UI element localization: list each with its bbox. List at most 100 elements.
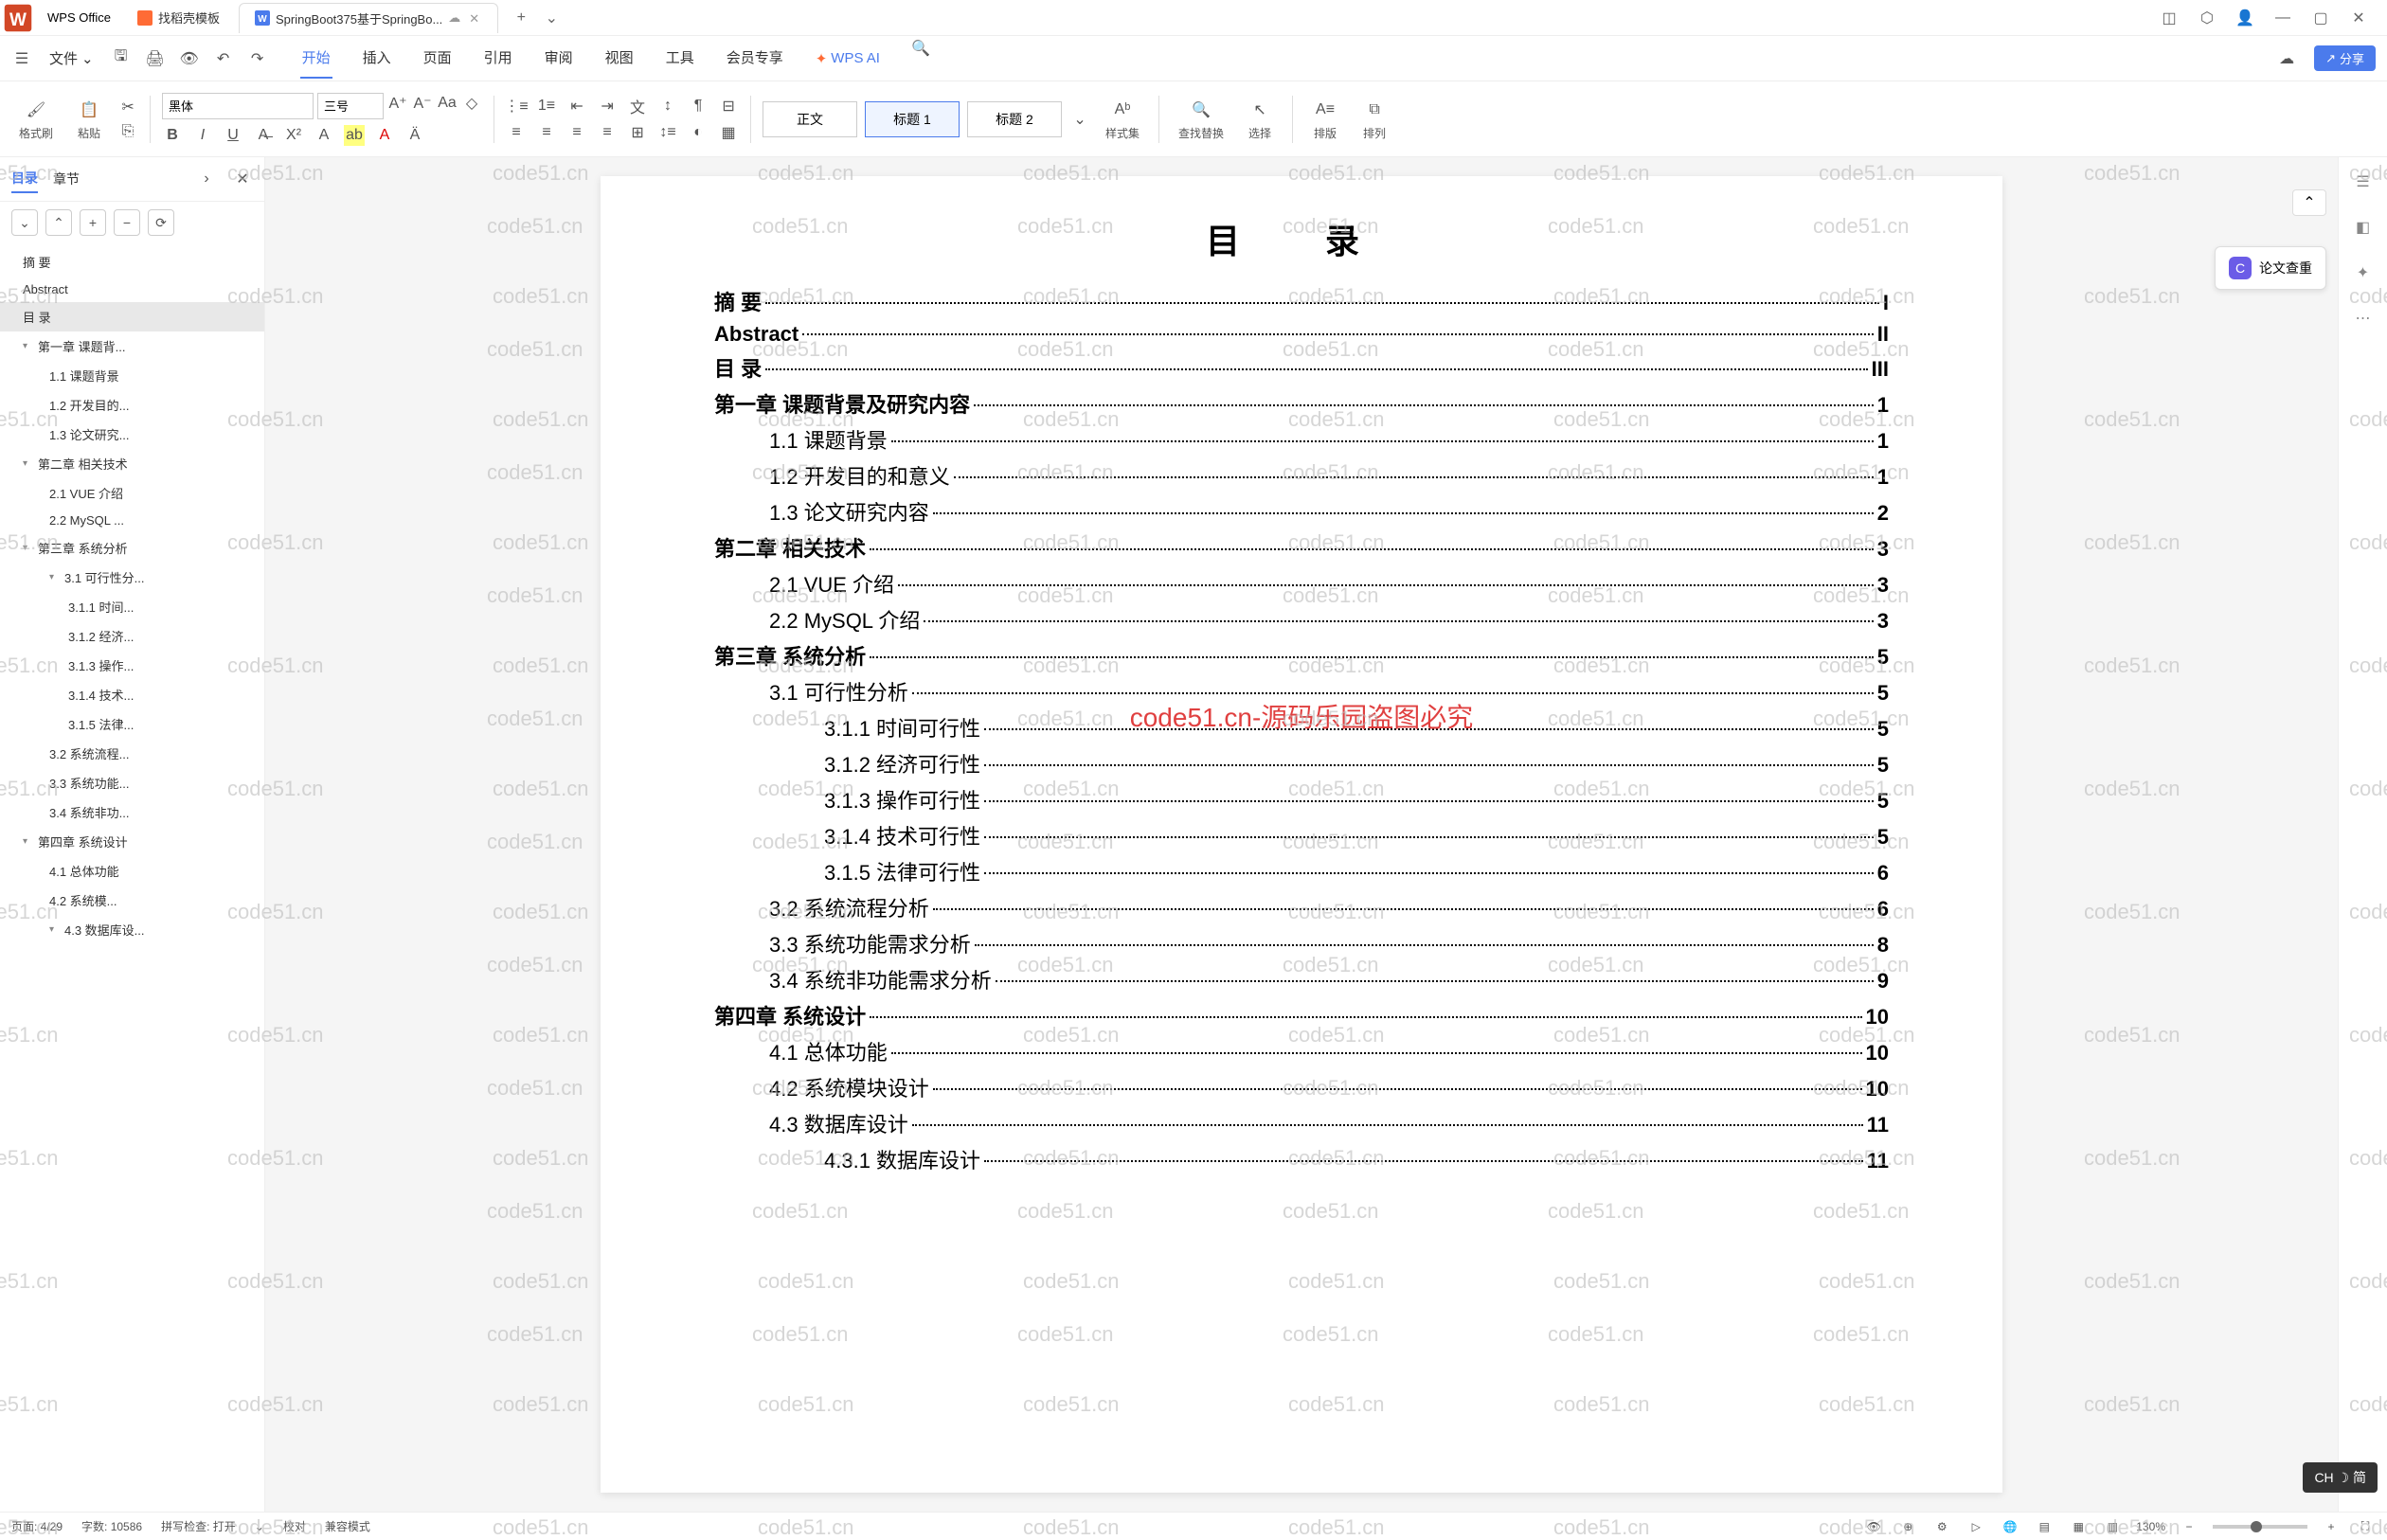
- tab-review[interactable]: 审阅: [543, 38, 575, 79]
- cloud-icon[interactable]: ☁: [2276, 48, 2297, 69]
- outline-item[interactable]: 3.1.1 时间...: [0, 592, 264, 621]
- outline-item[interactable]: ▾第三章 系统分析: [0, 533, 264, 563]
- play-icon[interactable]: ▷: [1965, 1516, 1986, 1537]
- collapse-ribbon-button[interactable]: ⌃: [2292, 189, 2326, 216]
- bullet-list-icon[interactable]: ⋮≡: [506, 96, 527, 116]
- cut-icon[interactable]: ✂: [117, 97, 138, 117]
- typeset-group[interactable]: A≡ 排版: [1304, 97, 1346, 141]
- undo-icon[interactable]: ↶: [213, 48, 234, 69]
- preview-icon[interactable]: 👁: [179, 48, 200, 69]
- distributed-icon[interactable]: ⊞: [627, 122, 648, 143]
- avatar-icon[interactable]: 👤: [2235, 9, 2254, 27]
- font-name-select[interactable]: [162, 93, 314, 119]
- chevron-down-icon[interactable]: ▾: [23, 458, 34, 469]
- eye-icon[interactable]: 👁: [1863, 1516, 1884, 1537]
- decrease-font-icon[interactable]: A⁻: [412, 93, 433, 114]
- outline-item[interactable]: ▾第二章 相关技术: [0, 449, 264, 478]
- layers-icon[interactable]: ◧: [2348, 212, 2378, 242]
- outline-item[interactable]: 3.4 系统非功...: [0, 797, 264, 827]
- tab-page[interactable]: 页面: [422, 38, 454, 79]
- target-icon[interactable]: ⊕: [1897, 1516, 1918, 1537]
- increase-indent-icon[interactable]: ⇥: [597, 96, 618, 116]
- increase-font-icon[interactable]: A⁺: [387, 93, 408, 114]
- file-menu[interactable]: 文件 ⌄: [45, 43, 98, 74]
- tab-start[interactable]: 开始: [300, 38, 332, 79]
- paste-group[interactable]: 📋 粘贴: [68, 97, 110, 141]
- outline-item[interactable]: 4.1 总体功能: [0, 856, 264, 886]
- outline-item[interactable]: 4.2 系统模...: [0, 886, 264, 915]
- word-count[interactable]: 字数: 10586: [81, 1518, 142, 1534]
- zoom-slider[interactable]: [2213, 1525, 2307, 1529]
- cube-icon[interactable]: ⬡: [2198, 9, 2216, 27]
- shading-icon[interactable]: ◐: [688, 122, 709, 143]
- outline-item[interactable]: ▾3.1 可行性分...: [0, 563, 264, 592]
- outline-item[interactable]: 2.2 MySQL ...: [0, 508, 264, 533]
- style-heading2[interactable]: 标题 2: [967, 101, 1062, 137]
- text-direction-icon[interactable]: 文: [627, 96, 648, 116]
- outline-item[interactable]: ▾第一章 课题背...: [0, 331, 264, 361]
- outline-item[interactable]: 3.2 系统流程...: [0, 739, 264, 768]
- strikethrough-icon[interactable]: A̶: [253, 125, 274, 146]
- outline-item[interactable]: 3.1.3 操作...: [0, 651, 264, 680]
- menu-icon[interactable]: ☰: [11, 48, 32, 69]
- wand-icon[interactable]: ✦: [2348, 258, 2378, 288]
- view-mode-3-icon[interactable]: ▥: [2102, 1516, 2123, 1537]
- highlight-icon[interactable]: ab: [344, 125, 365, 146]
- outline-item[interactable]: 目 录: [0, 302, 264, 331]
- tab-menu-button[interactable]: ⌄: [540, 7, 563, 29]
- spell-check-status[interactable]: 拼写检查: 打开: [161, 1518, 236, 1534]
- document-viewport[interactable]: 目 录 摘 要IAbstractII目 录III第一章 课题背景及研究内容11.…: [265, 157, 2338, 1512]
- share-button[interactable]: ↗ 分享: [2314, 45, 2376, 71]
- outline-item[interactable]: 3.3 系统功能...: [0, 768, 264, 797]
- copy-icon[interactable]: ⎘: [117, 121, 138, 142]
- close-icon[interactable]: ✕: [469, 11, 482, 25]
- outline-item[interactable]: 1.3 论文研究...: [0, 420, 264, 449]
- fullscreen-icon[interactable]: ⛶: [2355, 1516, 2376, 1537]
- arrange-group[interactable]: ⧉ 排列: [1354, 97, 1395, 141]
- outline-item[interactable]: Abstract: [0, 277, 264, 302]
- decrease-indent-icon[interactable]: ⇤: [566, 96, 587, 116]
- clear-format-icon[interactable]: ◇: [461, 93, 482, 114]
- view-mode-2-icon[interactable]: ▦: [2068, 1516, 2089, 1537]
- align-justify-icon[interactable]: ≡: [597, 122, 618, 143]
- italic-icon[interactable]: I: [192, 125, 213, 146]
- compat-mode[interactable]: 兼容模式: [325, 1518, 370, 1534]
- window-copy-icon[interactable]: ◫: [2160, 9, 2179, 27]
- remove-icon[interactable]: −: [114, 209, 140, 236]
- expand-icon[interactable]: ⌃: [45, 209, 72, 236]
- page-indicator[interactable]: 页面: 4/29: [11, 1518, 63, 1534]
- view-mode-1-icon[interactable]: ▤: [2034, 1516, 2055, 1537]
- chevron-right-icon[interactable]: ›: [196, 169, 217, 189]
- chevron-down-icon[interactable]: ▾: [49, 924, 61, 935]
- more-icon[interactable]: ⋯: [2348, 303, 2378, 333]
- search-icon[interactable]: 🔍: [910, 38, 931, 59]
- collapse-icon[interactable]: ⌄: [11, 209, 38, 236]
- wps-ai-button[interactable]: ✦ WPS AI: [814, 38, 882, 79]
- outline-item[interactable]: 3.1.2 经济...: [0, 621, 264, 651]
- bold-icon[interactable]: B: [162, 125, 183, 146]
- text-effect-icon[interactable]: A: [314, 125, 334, 146]
- outline-item[interactable]: 3.1.4 技术...: [0, 680, 264, 709]
- outline-item[interactable]: ▾4.3 数据库设...: [0, 915, 264, 944]
- chevron-down-icon[interactable]: ▾: [23, 836, 34, 847]
- tab-vip[interactable]: 会员专享: [725, 38, 785, 79]
- select-group[interactable]: ↖ 选择: [1239, 97, 1281, 141]
- style-more-icon[interactable]: ⌄: [1069, 109, 1090, 130]
- sidebar-tab-chapter[interactable]: 章节: [53, 166, 80, 192]
- find-replace-group[interactable]: 🔍 查找替换: [1171, 97, 1231, 141]
- style-heading1[interactable]: 标题 1: [865, 101, 960, 137]
- font-color-icon[interactable]: A: [374, 125, 395, 146]
- outline-item[interactable]: ▾第四章 系统设计: [0, 827, 264, 856]
- gear-icon[interactable]: ⚙: [1931, 1516, 1952, 1537]
- superscript-icon[interactable]: X²: [283, 125, 304, 146]
- close-button[interactable]: ✕: [2349, 9, 2368, 27]
- underline-icon[interactable]: U: [223, 125, 243, 146]
- font-size-select[interactable]: [317, 93, 384, 119]
- print-icon[interactable]: 🖨: [145, 48, 166, 69]
- border-icon[interactable]: ▦: [718, 122, 739, 143]
- align-left-icon[interactable]: ≡: [506, 122, 527, 143]
- plagiarism-check-button[interactable]: C 论文查重: [2215, 246, 2326, 290]
- save-icon[interactable]: 🖫: [111, 48, 132, 69]
- app-logo[interactable]: W: [0, 0, 36, 36]
- spell-dropdown-icon[interactable]: ⌄: [255, 1520, 264, 1533]
